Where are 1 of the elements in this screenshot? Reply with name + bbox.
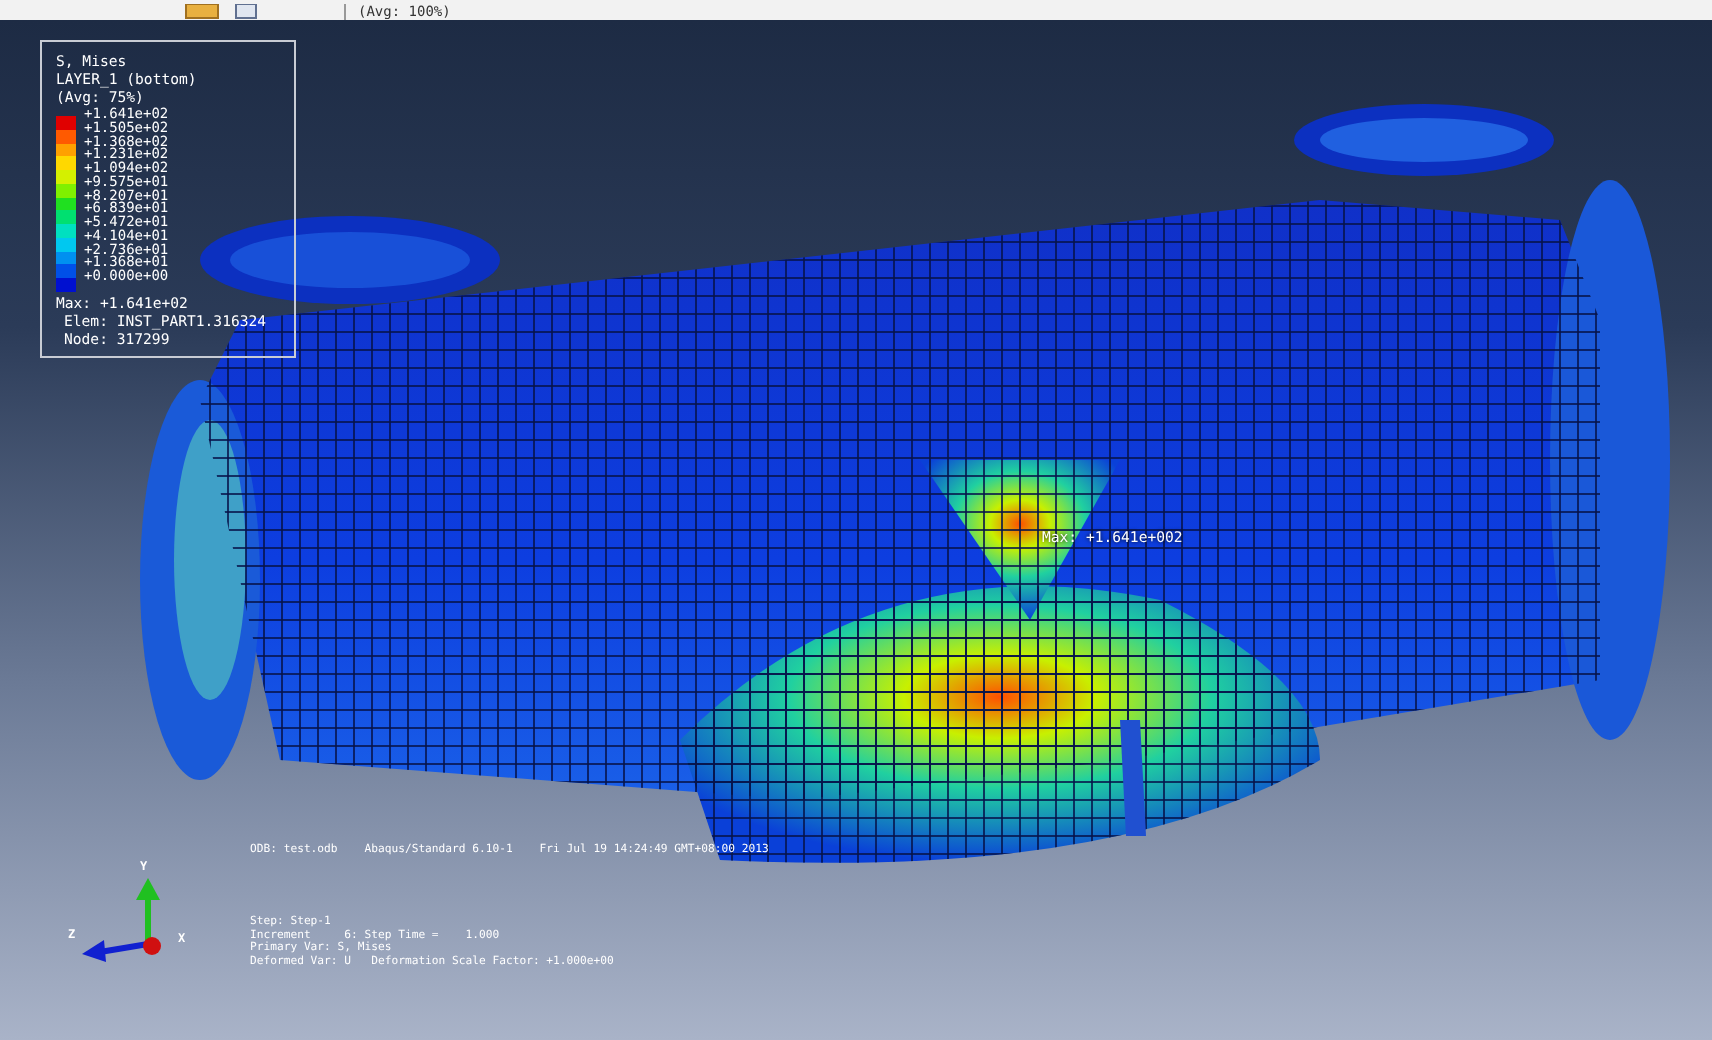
axis-triad-drawing xyxy=(82,878,161,962)
